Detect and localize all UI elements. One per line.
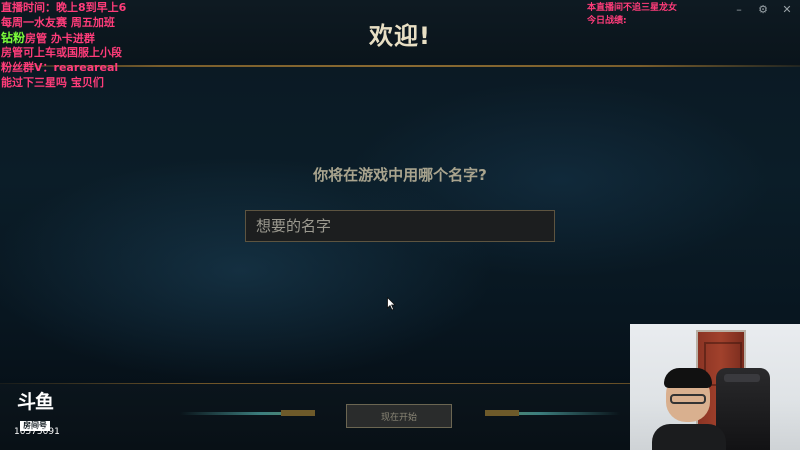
window-controls: – ⚙ ✕: [732, 3, 794, 17]
overlay-line-text: 房管 办卡进群: [25, 31, 95, 45]
overlay-line: 粉丝群V：reareareal: [1, 61, 119, 75]
fan-badge: 钻粉: [1, 30, 26, 45]
summoner-name-input[interactable]: [245, 210, 555, 242]
close-icon[interactable]: ✕: [780, 3, 794, 17]
footer-ornament-left: [180, 410, 315, 416]
overlay-line: 每周一水友赛 周五加班: [1, 15, 115, 29]
page-title: 欢迎!: [369, 22, 431, 50]
name-question: 你将在游戏中用哪个名字?: [313, 166, 487, 184]
overlay-line: 能过下三星吗 宝贝们: [1, 75, 104, 89]
minimize-icon[interactable]: –: [732, 3, 746, 17]
mouse-cursor-icon: [387, 297, 396, 311]
overlay-line: 钻粉房管 办卡进群: [1, 31, 126, 47]
footer-ornament-right: [485, 410, 620, 416]
webcam-overlay: [630, 324, 800, 450]
webcam-glasses: [670, 394, 706, 404]
start-button[interactable]: 现在开始: [346, 404, 452, 428]
stream-notice-overlay: 本直播间不追三星龙女 今日战绩:: [587, 2, 677, 27]
webcam-hair: [664, 368, 712, 388]
overlay-line: 房管可上车或国服上小段: [1, 46, 122, 60]
settings-icon[interactable]: ⚙: [756, 3, 770, 17]
stream-info-overlay: 直播时间：晚上8到早上6 每周一水友赛 周五加班 钻粉房管 办卡进群 房管可上车…: [1, 1, 126, 91]
overlay-line: 直播时间：晚上8到早上6: [1, 1, 127, 14]
overlay-notice-line: 今日战绩:: [587, 15, 627, 26]
webcam-streamer: [652, 368, 726, 450]
douyu-logo-mark: 斗鱼: [16, 391, 54, 413]
room-number: 10575091: [14, 427, 60, 437]
webcam-shirt: [652, 424, 726, 450]
overlay-notice-line: 本直播间不追三星龙女: [587, 3, 678, 13]
